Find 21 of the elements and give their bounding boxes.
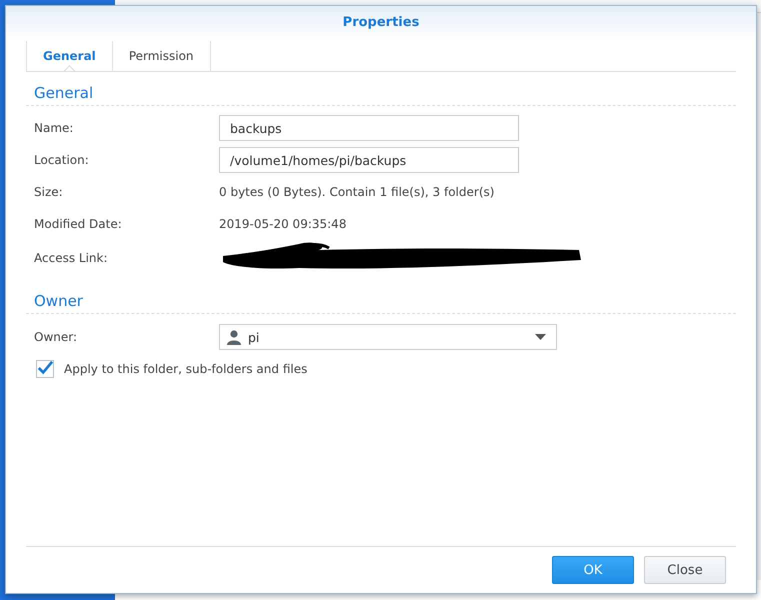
owner-dropdown[interactable]: pi — [219, 324, 557, 350]
user-icon — [226, 329, 242, 345]
field-label: Modified Date: — [34, 217, 123, 231]
field-label: Name: — [34, 121, 74, 135]
tab[interactable]: General — [26, 41, 113, 71]
caret-icon — [535, 334, 546, 340]
input-field[interactable]: /volume1/homes/pi/backups — [219, 147, 519, 173]
window-title: Properties — [342, 15, 420, 30]
input-field[interactable]: backups — [219, 115, 519, 141]
field-value: 2019-05-20 09:35:48 — [219, 217, 346, 231]
field-label: Owner: — [34, 330, 78, 344]
field-value: 0 bytes (0 Bytes). Contain 1 file(s), 3 folder(s) — [219, 185, 494, 199]
checkbox[interactable] — [36, 360, 54, 378]
field-label: Size: — [34, 185, 64, 199]
field-label: Location: — [34, 153, 90, 167]
tab[interactable]: Permission — [112, 41, 211, 71]
close-button[interactable]: Close — [644, 556, 726, 584]
section-heading: Owner — [26, 290, 736, 314]
section-heading: General — [26, 82, 736, 106]
field-label: Access Link: — [34, 251, 109, 265]
checkbox-label: Apply to this folder, sub-folders and files — [64, 362, 308, 376]
